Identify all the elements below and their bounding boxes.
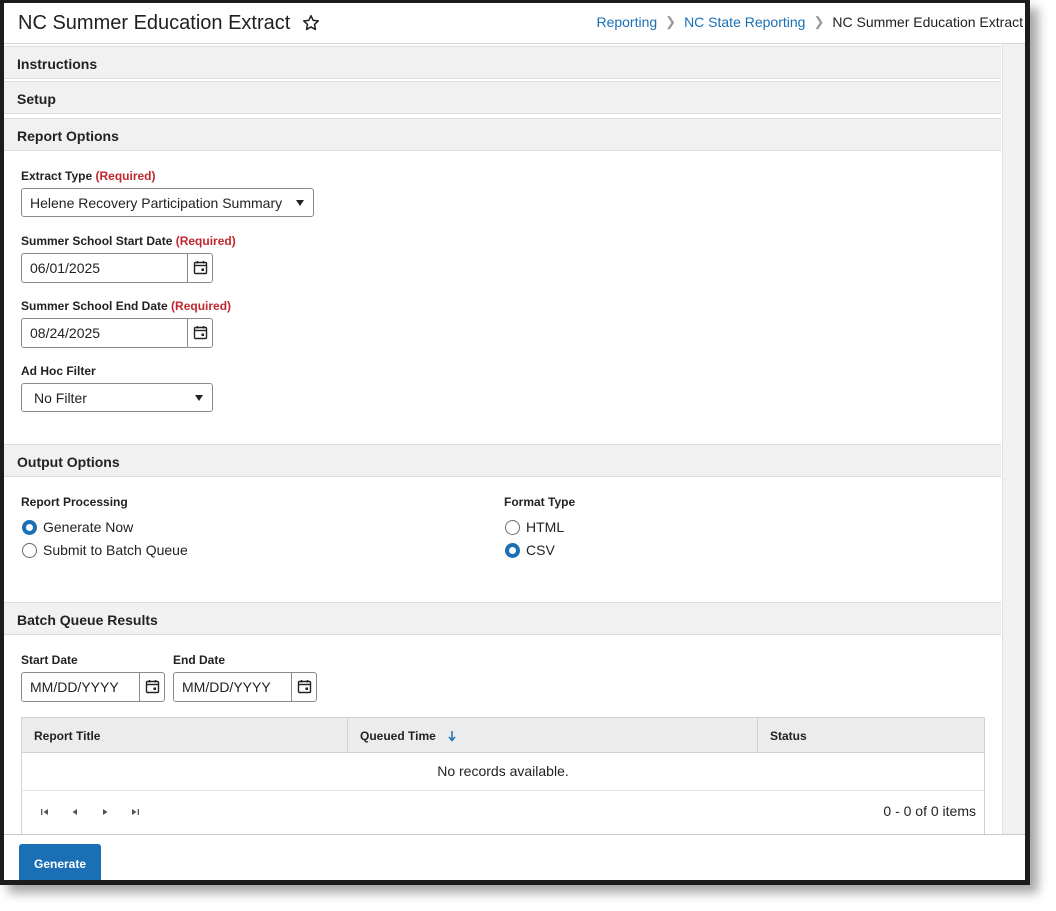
end-date-field — [21, 318, 213, 348]
calendar-icon — [145, 680, 160, 694]
batch-start-date-label: Start Date — [21, 653, 78, 667]
radio-label: HTML — [526, 519, 565, 535]
required-marker: (Required) — [95, 169, 156, 183]
content-area: Instructions Setup Report Options Extrac… — [4, 44, 1001, 834]
section-setup[interactable]: Setup — [4, 81, 1001, 114]
batch-end-date-field — [173, 672, 317, 702]
no-records-message: No records available. — [437, 763, 569, 779]
column-label: Status — [770, 729, 807, 743]
radio-button[interactable] — [505, 519, 520, 535]
required-marker: (Required) — [171, 299, 232, 313]
radio-button[interactable] — [22, 542, 37, 558]
last-page-icon[interactable] — [129, 806, 141, 818]
section-report-options[interactable]: Report Options — [4, 118, 1001, 151]
calendar-button[interactable] — [187, 319, 212, 347]
column-header-report-title[interactable]: Report Title — [22, 718, 347, 753]
star-icon[interactable] — [301, 13, 321, 33]
extract-type-select[interactable]: Helene Recovery Participation Summary — [21, 188, 314, 217]
calendar-button[interactable] — [187, 254, 212, 282]
first-page-icon[interactable] — [39, 806, 51, 818]
chevron-right-icon: ❯ — [813, 14, 825, 29]
dropdown-arrow-icon — [296, 200, 304, 206]
grid-pager: 0 - 0 of 0 items — [22, 790, 984, 834]
radio-label: Generate Now — [43, 519, 134, 535]
start-date-label: Summer School Start Date (Required) — [21, 234, 236, 248]
breadcrumb-current: NC Summer Education Extract — [832, 14, 1023, 30]
calendar-icon — [193, 261, 208, 275]
sort-descending-icon — [448, 731, 456, 742]
column-label: Report Title — [34, 729, 101, 743]
radio-label: Submit to Batch Queue — [43, 542, 188, 558]
batch-end-date-label: End Date — [173, 653, 226, 667]
report-processing-label: Report Processing — [21, 495, 128, 509]
pager-info: 0 - 0 of 0 items — [883, 803, 976, 819]
page-header: NC Summer Education Extract Reporting ❯ … — [4, 3, 1025, 44]
breadcrumb: Reporting ❯ NC State Reporting ❯ NC Summ… — [596, 14, 1023, 30]
previous-page-icon[interactable] — [69, 806, 81, 818]
app-window: NC Summer Education Extract Reporting ❯ … — [0, 0, 1030, 885]
section-batch-queue-results[interactable]: Batch Queue Results — [4, 602, 1001, 635]
batch-start-date-input[interactable] — [22, 673, 140, 701]
radio-label: CSV — [526, 542, 555, 558]
radio-button-checked[interactable] — [22, 519, 37, 535]
page-title: NC Summer Education Extract — [18, 12, 291, 34]
extract-type-label-text: Extract Type — [21, 169, 93, 183]
format-type-label: Format Type — [504, 495, 576, 509]
calendar-button[interactable] — [291, 673, 316, 701]
batch-queue-grid: Report Title Queued Time Status No recor… — [21, 717, 985, 834]
required-marker: (Required) — [175, 234, 236, 248]
radio-generate-now[interactable]: Generate Now — [22, 519, 133, 535]
section-output-options[interactable]: Output Options — [4, 444, 1001, 477]
ad-hoc-filter-select[interactable]: No Filter — [21, 383, 213, 412]
generate-button[interactable]: Generate — [19, 844, 101, 880]
extract-type-value: Helene Recovery Participation Summary — [30, 195, 283, 211]
radio-html[interactable]: HTML — [505, 519, 564, 535]
vertical-scrollbar[interactable] — [1002, 44, 1025, 834]
dropdown-arrow-icon — [195, 395, 203, 401]
start-date-label-text: Summer School Start Date — [21, 234, 173, 248]
start-date-field — [21, 253, 213, 283]
column-header-status[interactable]: Status — [757, 718, 986, 753]
breadcrumb-nc-state-reporting[interactable]: NC State Reporting — [684, 14, 805, 30]
breadcrumb-reporting[interactable]: Reporting — [596, 14, 657, 30]
end-date-label: Summer School End Date (Required) — [21, 299, 231, 313]
radio-submit-batch-queue[interactable]: Submit to Batch Queue — [22, 542, 188, 558]
grid-header: Report Title Queued Time Status — [22, 718, 984, 753]
ad-hoc-filter-label: Ad Hoc Filter — [21, 364, 96, 378]
next-page-icon[interactable] — [99, 806, 111, 818]
radio-csv[interactable]: CSV — [505, 542, 555, 558]
batch-start-date-field — [21, 672, 165, 702]
calendar-button[interactable] — [139, 673, 164, 701]
extract-type-label: Extract Type (Required) — [21, 169, 155, 183]
batch-end-date-input[interactable] — [174, 673, 292, 701]
radio-button-checked[interactable] — [505, 542, 520, 558]
column-label: Queued Time — [360, 729, 436, 743]
calendar-icon — [193, 326, 208, 340]
column-header-queued-time[interactable]: Queued Time — [347, 718, 757, 753]
start-date-input[interactable] — [22, 254, 188, 282]
end-date-label-text: Summer School End Date — [21, 299, 168, 313]
chevron-right-icon: ❯ — [665, 14, 677, 29]
calendar-icon — [297, 680, 312, 694]
section-instructions[interactable]: Instructions — [4, 46, 1001, 79]
ad-hoc-filter-value: No Filter — [34, 390, 87, 406]
action-footer: Generate — [4, 834, 1025, 880]
end-date-input[interactable] — [22, 319, 188, 347]
